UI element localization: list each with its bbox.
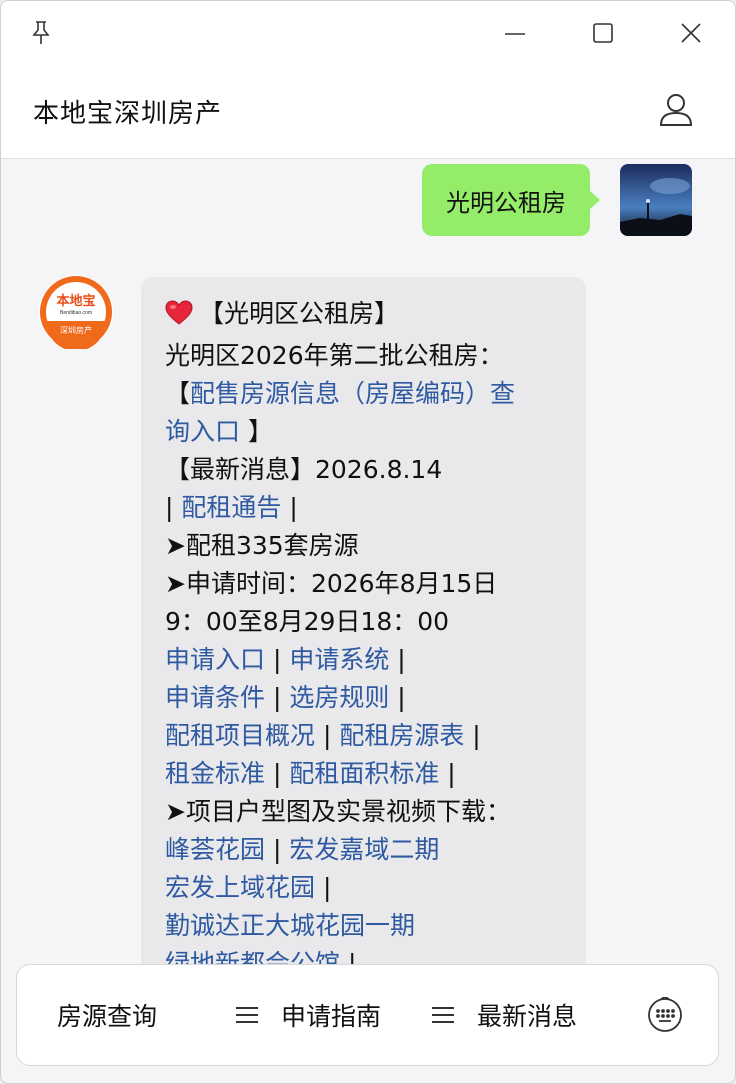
message-link[interactable]: 配租通告 bbox=[181, 493, 281, 522]
message-text: ➤申请时间：2026年8月15日 bbox=[165, 569, 498, 598]
message-text: 】 bbox=[240, 417, 273, 446]
message-text: | bbox=[165, 493, 182, 522]
message-text: 【最新消息】2026.8.14 bbox=[165, 455, 443, 484]
message-text: | bbox=[281, 493, 298, 522]
menu-item-label: 房源查询 bbox=[57, 1002, 158, 1031]
user-message-text: 光明公租房 bbox=[446, 188, 566, 217]
menu-item-listing-query[interactable]: 房源查询 bbox=[57, 995, 157, 1035]
message-link[interactable]: 配售房源信息（房屋编码）查 bbox=[190, 379, 515, 408]
menu-item-apply-guide[interactable]: 申请指南 bbox=[235, 995, 381, 1035]
message-text: | bbox=[265, 683, 290, 712]
message-text: ➤配租335套房源 bbox=[165, 531, 359, 560]
bot-message-line: ➤配租335套房源 bbox=[165, 527, 562, 565]
message-text: | bbox=[265, 645, 290, 674]
user-avatar[interactable] bbox=[620, 164, 692, 236]
heart-icon bbox=[165, 299, 193, 337]
message-link[interactable]: 配租面积标准 bbox=[289, 759, 439, 788]
message-link[interactable]: 申请系统 bbox=[289, 645, 389, 674]
menu-list-icon bbox=[235, 1001, 259, 1030]
chat-header: 本地宝深圳房产 bbox=[1, 65, 735, 159]
menu-item-label: 最新消息 bbox=[477, 1002, 578, 1031]
menu-item-latest-news[interactable]: 最新消息 bbox=[431, 995, 577, 1035]
message-text: | bbox=[315, 873, 332, 902]
user-message-bubble[interactable]: 光明公租房 bbox=[422, 164, 600, 236]
bot-message-line: 询入口 】 bbox=[165, 413, 562, 451]
bot-message-line: 光明区2026年第二批公租房： bbox=[165, 337, 562, 375]
message-text: ➤项目户型图及实景视频下载： bbox=[165, 797, 511, 826]
message-text: | bbox=[265, 759, 290, 788]
menu-item-label: 申请指南 bbox=[281, 1002, 382, 1031]
message-text: | bbox=[464, 721, 481, 750]
minimize-icon[interactable] bbox=[501, 19, 529, 47]
message-link[interactable]: 配租项目概况 bbox=[165, 721, 315, 750]
message-link[interactable]: 宏发嘉域二期 bbox=[289, 835, 439, 864]
message-link[interactable]: 申请入口 bbox=[165, 645, 265, 674]
pin-icon[interactable] bbox=[27, 19, 55, 47]
bot-message-line: 峰荟花园 | 宏发嘉域二期 bbox=[165, 831, 562, 869]
message-text: | bbox=[315, 721, 340, 750]
message-text: 【 bbox=[165, 379, 191, 408]
avatar-site-text: Bendibao.com bbox=[60, 310, 92, 316]
message-link[interactable]: 宏发上域花园 bbox=[165, 873, 315, 902]
bot-message-line: 宏发上域花园 | bbox=[165, 869, 562, 907]
bot-message-line: | 配租通告 | bbox=[165, 489, 562, 527]
bot-avatar[interactable]: 本地宝 Bendibao.com 深圳房产 bbox=[39, 275, 113, 349]
app-window: 本地宝深圳房产 光明公租房 本地宝 Bendibao.com 深圳房产 【光明区… bbox=[0, 0, 736, 1084]
message-link[interactable]: 勤诚达正大城花园一期 bbox=[165, 911, 415, 940]
close-icon[interactable] bbox=[677, 19, 705, 47]
message-text: | bbox=[389, 683, 406, 712]
bot-message-line: 9：00至8月29日18：00 bbox=[165, 603, 562, 641]
message-link[interactable]: 峰荟花园 bbox=[165, 835, 265, 864]
message-text: 9：00至8月29日18：00 bbox=[165, 607, 450, 636]
message-link[interactable]: 选房规则 bbox=[289, 683, 389, 712]
bot-message-line: 申请入口 | 申请系统 | bbox=[165, 641, 562, 679]
bot-message-line: ➤申请时间：2026年8月15日 bbox=[165, 565, 562, 603]
message-link[interactable]: 申请条件 bbox=[165, 683, 265, 712]
keyboard-icon[interactable] bbox=[647, 995, 683, 1033]
message-text: | bbox=[265, 835, 290, 864]
bot-message-line: 【最新消息】2026.8.14 bbox=[165, 451, 562, 489]
message-text: 【光明区公租房】 bbox=[199, 299, 400, 328]
bottom-menu: 房源查询 申请指南 最新消息 bbox=[16, 964, 719, 1066]
message-text: | bbox=[439, 759, 456, 788]
chat-area[interactable]: 光明公租房 本地宝 Bendibao.com 深圳房产 【光明区公租房】 光明区… bbox=[1, 159, 735, 969]
bot-message-line: 勤诚达正大城花园一期 bbox=[165, 907, 562, 945]
maximize-icon[interactable] bbox=[589, 19, 617, 47]
bot-message-line: 申请条件 | 选房规则 | bbox=[165, 679, 562, 717]
menu-list-icon bbox=[431, 1001, 455, 1030]
profile-icon[interactable] bbox=[657, 91, 695, 129]
bot-message-line: ➤项目户型图及实景视频下载： bbox=[165, 793, 562, 831]
chat-title: 本地宝深圳房产 bbox=[33, 99, 223, 129]
bot-message-line: 租金标准 | 配租面积标准 | bbox=[165, 755, 562, 793]
bot-message-line: 【配售房源信息（房屋编码）查 bbox=[165, 375, 562, 413]
message-text: | bbox=[389, 645, 406, 674]
bot-message-bubble[interactable]: 【光明区公租房】 光明区2026年第二批公租房： 【配售房源信息（房屋编码）查 询入口… bbox=[141, 277, 586, 969]
bot-message-line: 【光明区公租房】 bbox=[165, 295, 562, 337]
message-link[interactable]: 询入口 bbox=[165, 417, 240, 446]
avatar-brand-text: 本地宝 bbox=[56, 293, 95, 308]
title-bar bbox=[1, 1, 735, 65]
message-text: 光明区2026年第二批公租房： bbox=[165, 341, 504, 370]
avatar-sub-text: 深圳房产 bbox=[60, 325, 92, 335]
message-link[interactable]: 配租房源表 bbox=[339, 721, 464, 750]
bot-message-line: 配租项目概况 | 配租房源表 | bbox=[165, 717, 562, 755]
message-link[interactable]: 租金标准 bbox=[165, 759, 265, 788]
